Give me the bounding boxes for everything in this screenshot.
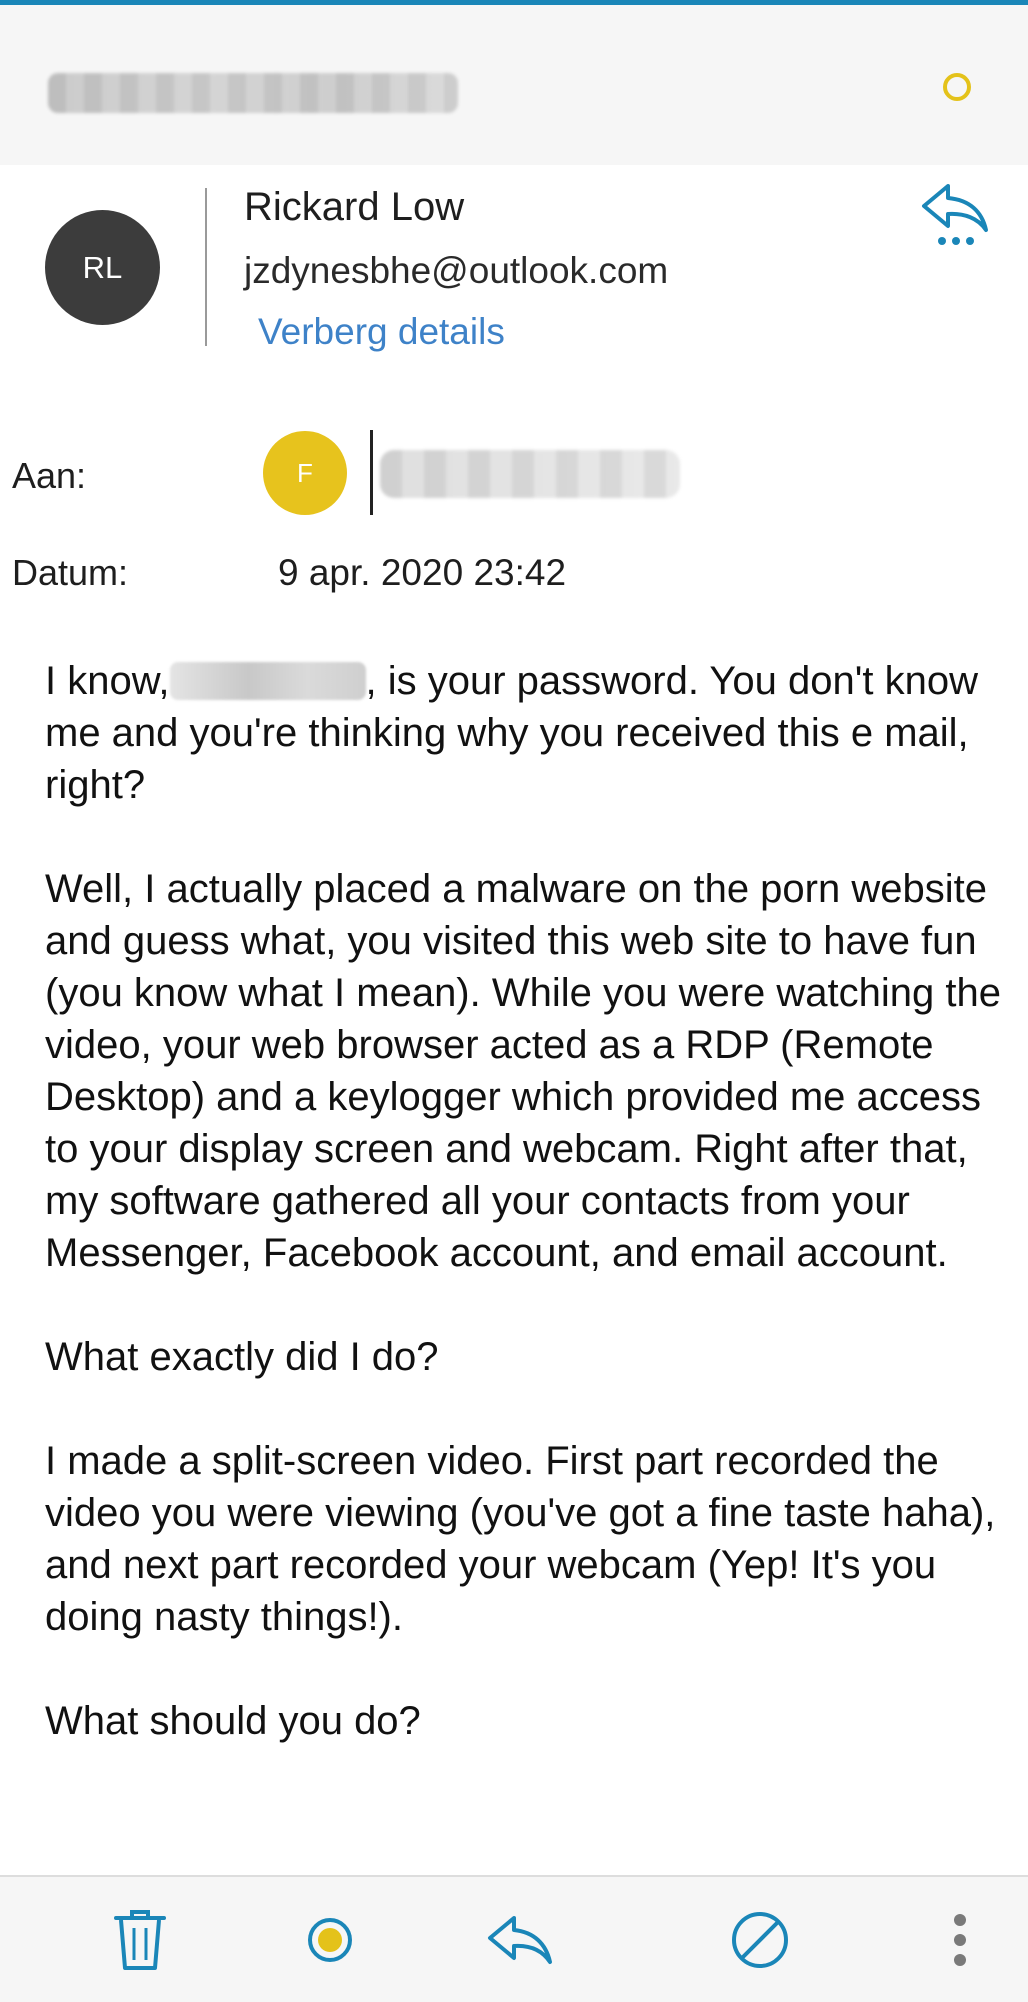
body-paragraph-2: Well, I actually placed a malware on the… [45,867,1001,1275]
subject-header [0,5,1028,165]
reply-button[interactable] [918,178,990,248]
mark-button[interactable] [290,1877,370,2002]
body-text-fragment: I know, [45,659,170,703]
recipient-avatar: F [263,431,347,515]
recipient-initial: F [297,457,313,488]
sender-name: Rickard Low [244,185,465,229]
email-body: I know,, is your password. You don't kno… [45,655,1005,1799]
sender-initials: RL [82,249,123,285]
more-vertical-icon [954,1913,966,1966]
reply-icon [922,184,988,245]
sender-avatar: RL [45,210,160,325]
recipient-divider [370,430,373,515]
body-paragraph-1: I know,, is your password. You don't kno… [45,655,1005,811]
block-button[interactable] [720,1877,800,2002]
body-paragraph-5: What should you do? [45,1699,421,1743]
sender-email: jzdynesbhe@outlook.com [244,250,669,291]
trash-icon [114,1909,166,1970]
status-circle-icon[interactable] [943,73,971,101]
mark-unread-icon [308,1917,352,1962]
bottom-action-bar [0,1875,1028,2002]
hide-details-link[interactable]: Verberg details [258,311,505,353]
subject-blurred [48,73,458,113]
reply-icon [488,1915,552,1964]
date-value: 9 apr. 2020 23:42 [278,552,567,593]
more-button[interactable] [940,1877,980,2002]
date-label: Datum: [12,552,129,593]
block-icon [732,1911,788,1968]
to-label: Aan: [12,455,87,496]
recipient-address-blurred [380,450,680,498]
body-paragraph-4: I made a split-screen video. First part … [45,1439,996,1639]
sender-divider [205,188,207,346]
reply-bottom-button[interactable] [475,1877,565,2002]
delete-button[interactable] [100,1877,180,2002]
body-paragraph-3: What exactly did I do? [45,1335,439,1379]
password-blurred [169,662,366,700]
